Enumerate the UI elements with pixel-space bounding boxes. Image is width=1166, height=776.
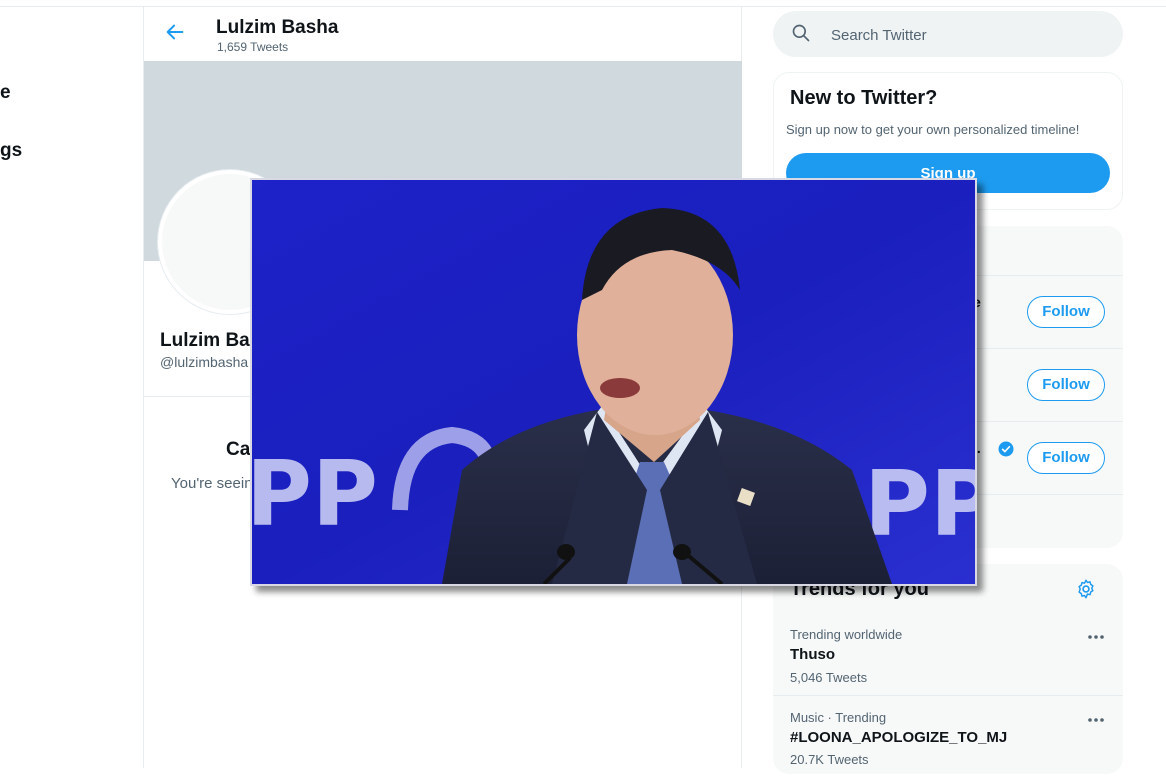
follow-button[interactable]: Follow xyxy=(1027,369,1105,401)
overlay-photo: PP PP xyxy=(250,178,977,586)
warning-title: Ca xyxy=(226,439,251,460)
more-options-icon[interactable] xyxy=(1085,633,1107,641)
backdrop-text-right: PP xyxy=(864,452,975,557)
more-options-icon[interactable] xyxy=(1085,716,1107,724)
signup-title: New to Twitter? xyxy=(790,87,938,109)
trend-count: 5,046 Tweets xyxy=(790,670,868,685)
arrow-left-icon xyxy=(166,24,184,40)
trend-meta: Trending worldwide xyxy=(790,627,903,642)
backdrop-text-left: PP xyxy=(252,442,378,547)
signup-text: Sign up now to get your own personalized… xyxy=(786,122,1080,137)
follow-button[interactable]: Follow xyxy=(1027,296,1105,328)
follow-button[interactable]: Follow xyxy=(1027,442,1105,474)
trend-count: 20.7K Tweets xyxy=(790,752,869,767)
profile-handle: @lulzimbasha xyxy=(160,354,249,370)
microphone-right-head xyxy=(673,544,691,560)
warning-text: You're seein xyxy=(171,475,253,492)
microphone-left-head xyxy=(557,544,575,560)
trend-item[interactable]: Music · Trending #LOONA_APOLOGIZE_TO_MJ … xyxy=(773,696,1123,776)
trend-name: #LOONA_APOLOGIZE_TO_MJ xyxy=(790,729,1008,746)
trends-card: Trends for you Trending worldwide Thuso … xyxy=(773,564,1123,774)
verified-badge-icon xyxy=(998,441,1014,457)
nav-item-profile[interactable]: e xyxy=(0,82,11,104)
speaker-photo: PP PP xyxy=(252,180,975,584)
trend-meta: Music · Trending xyxy=(790,710,887,725)
trend-item[interactable]: Trending worldwide Thuso 5,046 Tweets xyxy=(773,616,1123,696)
back-button[interactable] xyxy=(164,21,190,47)
header-profile-name: Lulzim Basha xyxy=(216,17,339,38)
search-box[interactable] xyxy=(773,11,1123,59)
nav-item-settings[interactable]: gs xyxy=(0,140,22,162)
header-tweet-count: 1,659 Tweets xyxy=(217,40,289,54)
mouth xyxy=(600,378,640,398)
profile-display-name: Lulzim Ba xyxy=(160,330,250,351)
trend-name: Thuso xyxy=(790,646,835,663)
search-input[interactable] xyxy=(829,11,1103,59)
gear-icon[interactable] xyxy=(1075,578,1097,600)
search-icon xyxy=(792,24,810,42)
